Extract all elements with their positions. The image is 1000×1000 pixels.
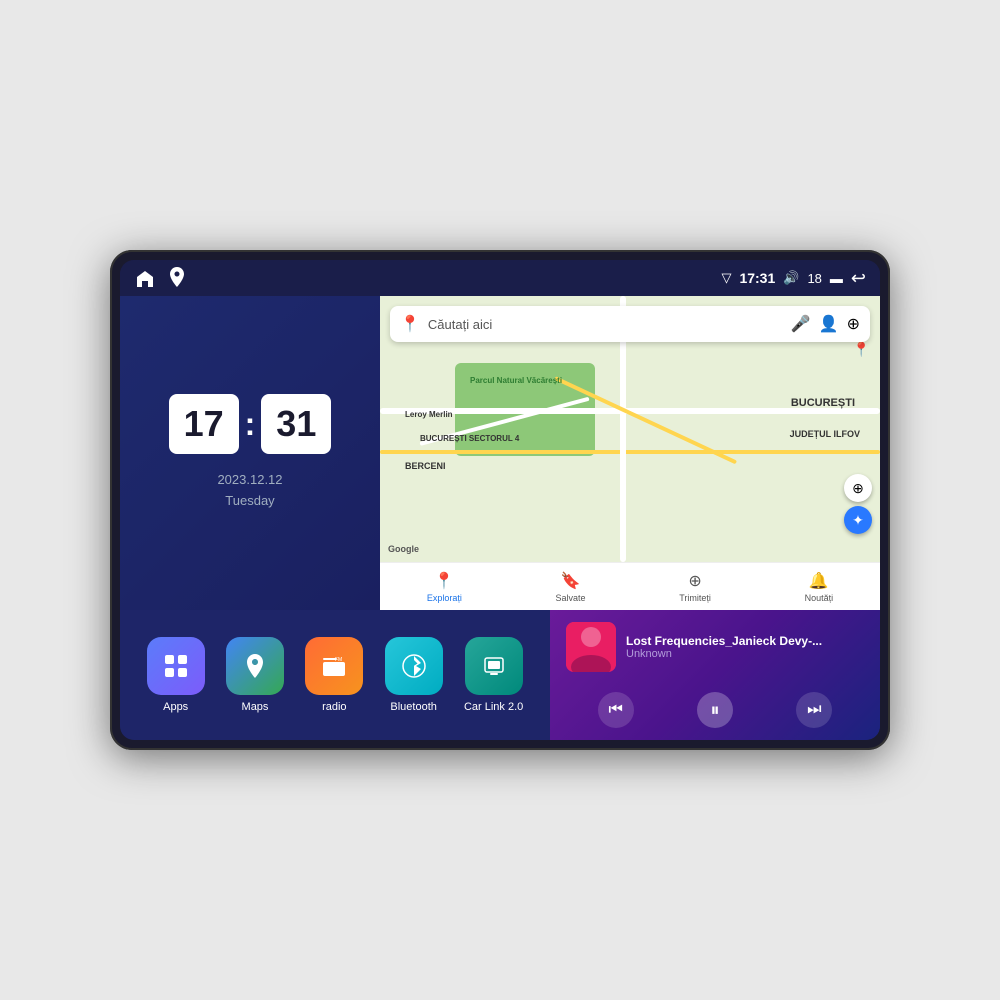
svg-text:FM: FM [335, 657, 342, 663]
media-album-art [566, 622, 616, 672]
map-label-bucuresti: BUCUREȘTI [791, 397, 855, 409]
back-button[interactable]: ↩ [851, 268, 866, 289]
media-prev-button[interactable]: ⏮ [598, 692, 634, 728]
media-title: Lost Frequencies_Janieck Devy-... [626, 634, 864, 648]
media-controls: ⏮ ⏸ ⏭ [566, 692, 864, 728]
explore-label: Explorați [427, 593, 462, 603]
layers-icon[interactable]: ⊕ [847, 314, 860, 334]
apps-icon [147, 637, 205, 695]
media-artist: Unknown [626, 648, 864, 660]
clock-date: 2023.12.12 Tuesday [217, 470, 282, 512]
map-compass[interactable]: ✦ [844, 506, 872, 534]
map-nav-send[interactable]: ⊕ Trimiteți [679, 571, 711, 603]
clock-widget: 17 : 31 2023.12.12 Tuesday [120, 296, 380, 610]
app-item-apps[interactable]: Apps [147, 637, 205, 713]
map-road-yellow [380, 450, 880, 454]
apps-grid: Apps Maps [120, 610, 550, 740]
news-label: Noutăți [805, 593, 834, 603]
map-pin-icon: 📍 [400, 314, 420, 334]
map-widget[interactable]: 📍 Căutați aici 🎤 👤 ⊕ [380, 296, 880, 610]
microphone-icon[interactable]: 🎤 [791, 314, 811, 334]
status-bar-right: ▽ 17:31 🔊 18 ▬ ↩ [721, 268, 866, 289]
map-label-leroy: Leroy Merlin [405, 410, 453, 419]
map-search-bar[interactable]: 📍 Căutați aici 🎤 👤 ⊕ [390, 306, 870, 342]
next-icon: ⏭ [807, 701, 821, 719]
news-icon: 🔔 [809, 571, 829, 591]
map-bottom-nav: 📍 Explorați 🔖 Salvate ⊕ Trimiteți 🔔 [380, 562, 880, 610]
app-item-maps[interactable]: Maps [226, 637, 284, 713]
status-bar-left [134, 267, 188, 289]
signal-icon: ▽ [721, 270, 731, 286]
radio-label: radio [322, 701, 346, 713]
battery-level: 18 [807, 271, 821, 286]
device-screen: ▽ 17:31 🔊 18 ▬ ↩ 17 : 31 [120, 260, 880, 740]
media-next-button[interactable]: ⏭ [796, 692, 832, 728]
apps-label: Apps [163, 701, 188, 713]
home-button[interactable] [134, 267, 156, 289]
map-google-logo: Google [388, 544, 419, 554]
clock-display: 17 : 31 [169, 394, 332, 454]
app-item-bluetooth[interactable]: Bluetooth [385, 637, 443, 713]
map-label-berceni: BERCENI [405, 461, 446, 471]
map-label-ilfov: JUDEȚUL ILFOV [790, 429, 860, 439]
bluetooth-label: Bluetooth [390, 701, 436, 713]
maps-status-icon[interactable] [166, 267, 188, 289]
status-time: 17:31 [739, 270, 775, 286]
volume-icon: 🔊 [783, 270, 799, 286]
media-player: Lost Frequencies_Janieck Devy-... Unknow… [550, 610, 880, 740]
map-search-placeholder[interactable]: Căutați aici [428, 317, 783, 332]
clock-minutes: 31 [261, 394, 331, 454]
bluetooth-icon [385, 637, 443, 695]
map-nav-explore[interactable]: 📍 Explorați [427, 571, 462, 603]
saved-icon: 🔖 [561, 571, 581, 591]
user-icon[interactable]: 👤 [819, 314, 839, 334]
carlink-label: Car Link 2.0 [464, 701, 523, 713]
clock-separator: : [245, 406, 256, 443]
app-item-radio[interactable]: FM radio [305, 637, 363, 713]
prev-icon: ⏮ [608, 701, 622, 719]
explore-icon: 📍 [434, 571, 454, 591]
map-nav-saved[interactable]: 🔖 Salvate [556, 571, 586, 603]
main-content: 17 : 31 2023.12.12 Tuesday 📍 Căutați aic… [120, 296, 880, 740]
radio-icon: FM [305, 637, 363, 695]
send-icon: ⊕ [688, 571, 701, 591]
map-nav-news[interactable]: 🔔 Noutăți [805, 571, 834, 603]
app-item-carlink[interactable]: Car Link 2.0 [464, 637, 523, 713]
status-bar: ▽ 17:31 🔊 18 ▬ ↩ [120, 260, 880, 296]
battery-icon: ▬ [830, 271, 843, 286]
maps-label: Maps [242, 701, 269, 713]
media-info: Lost Frequencies_Janieck Devy-... Unknow… [626, 634, 864, 660]
saved-label: Salvate [556, 593, 586, 603]
map-location-pin: 📍 [853, 341, 870, 358]
play-icon: ⏸ [710, 700, 719, 721]
top-section: 17 : 31 2023.12.12 Tuesday 📍 Căutați aic… [120, 296, 880, 610]
car-head-unit: ▽ 17:31 🔊 18 ▬ ↩ 17 : 31 [110, 250, 890, 750]
send-label: Trimiteți [679, 593, 711, 603]
bottom-section: Apps Maps [120, 610, 880, 740]
media-info-row: Lost Frequencies_Janieck Devy-... Unknow… [566, 622, 864, 672]
clock-date-value: 2023.12.12 [217, 470, 282, 491]
maps-icon [226, 637, 284, 695]
clock-hours: 17 [169, 394, 239, 454]
clock-day: Tuesday [217, 491, 282, 512]
carlink-icon [465, 637, 523, 695]
map-label-parc: Parcul Natural Văcărești [470, 376, 562, 385]
map-zoom-button[interactable]: ⊕ [844, 474, 872, 502]
map-label-sector: BUCUREȘTI SECTORUL 4 [420, 434, 519, 443]
map-search-actions: 🎤 👤 ⊕ [791, 314, 860, 334]
media-play-button[interactable]: ⏸ [697, 692, 733, 728]
